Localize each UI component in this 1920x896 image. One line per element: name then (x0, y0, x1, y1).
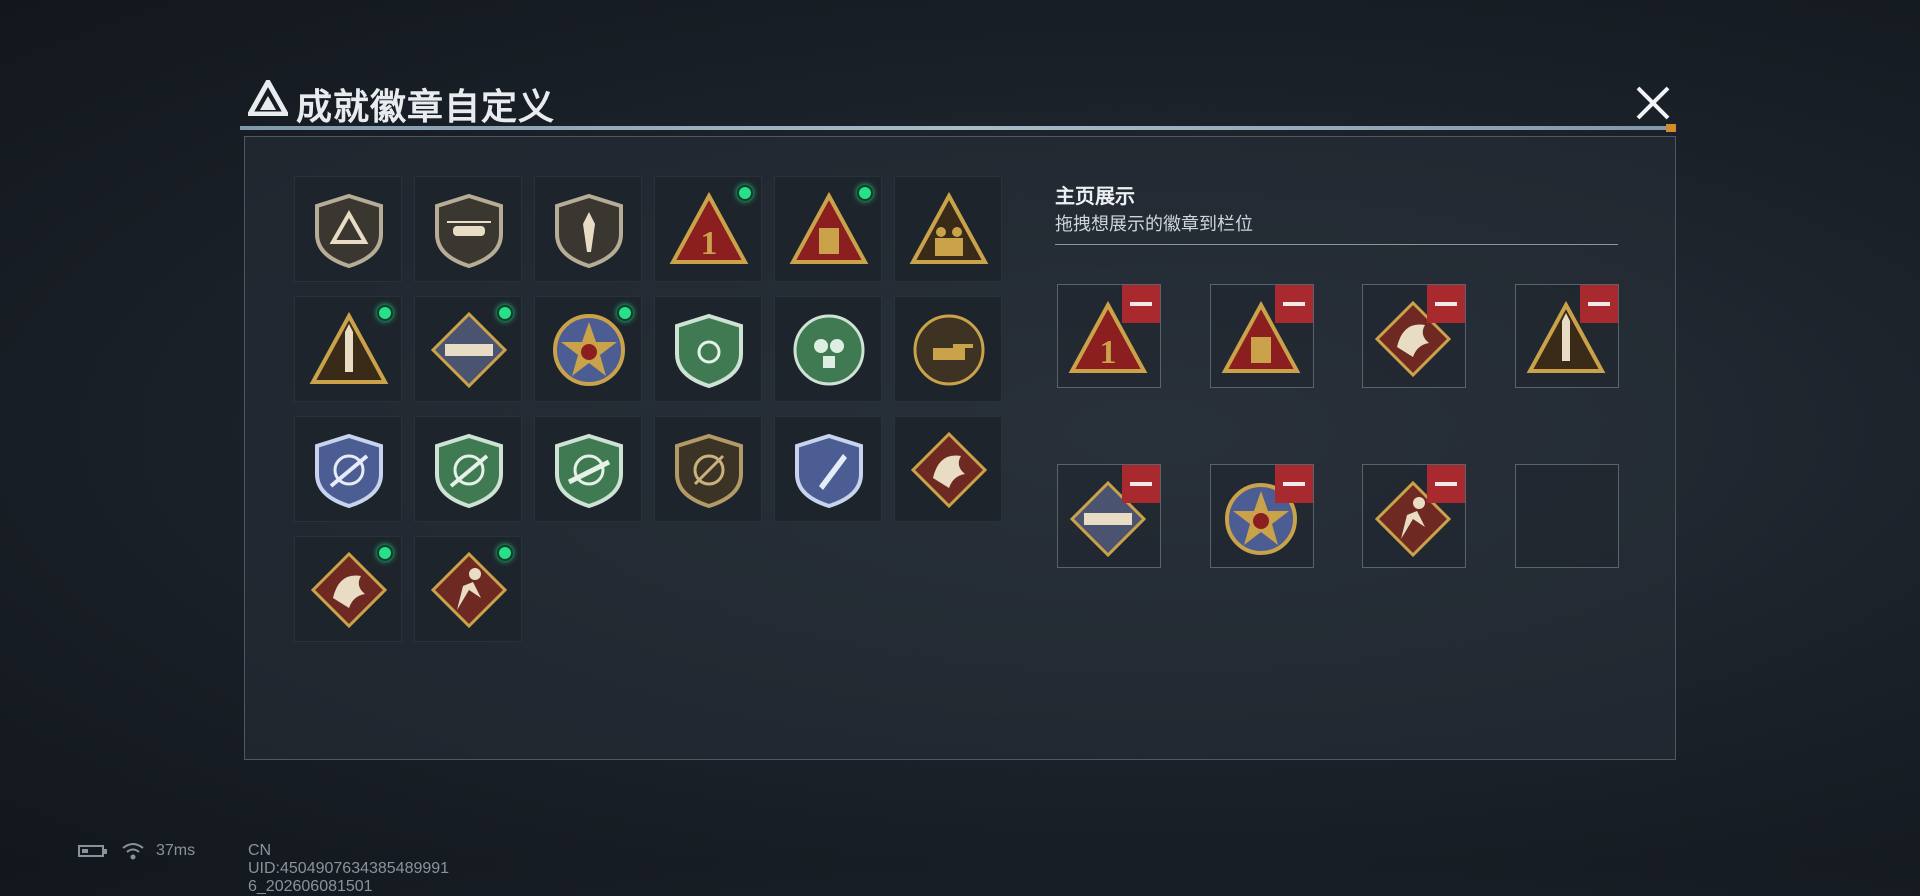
triangle-supply-crate-icon (789, 191, 869, 264)
dragon-diamond-icon (310, 551, 388, 629)
homepage-display-title: 主页展示 (1055, 186, 1135, 208)
empty-display-slot[interactable] (1514, 464, 1619, 568)
new-indicator-dot (617, 305, 633, 321)
wifi-icon (122, 843, 144, 860)
blue-knife-crest-icon (795, 433, 863, 509)
display-slot[interactable] (1209, 284, 1314, 388)
badge-tile[interactable] (294, 416, 402, 522)
helicopter-shield-icon (435, 193, 503, 269)
svg-text:1: 1 (1100, 334, 1117, 371)
runner-diamond-icon (430, 551, 508, 629)
badge-tile[interactable] (654, 416, 762, 522)
page-title: 成就徽章自定义 (296, 86, 556, 127)
remove-badge-button[interactable] (1427, 465, 1465, 503)
badge-tile[interactable] (414, 536, 522, 642)
badge-tile[interactable] (774, 176, 882, 282)
ping-value: 37ms (156, 842, 196, 859)
close-button[interactable] (1628, 78, 1678, 128)
badge-tile[interactable] (414, 176, 522, 282)
remove-badge-button[interactable] (1274, 285, 1313, 323)
close-icon (1636, 86, 1670, 120)
game-logo-icon (248, 80, 288, 116)
homepage-display-hint: 拖拽想展示的徽章到栏位 (1055, 214, 1253, 234)
badge-tile[interactable]: 1 (654, 176, 762, 282)
display-slot[interactable] (1362, 464, 1466, 568)
badge-tile[interactable] (654, 296, 762, 402)
triangle-missile-icon (309, 311, 389, 384)
display-slot[interactable] (1057, 464, 1161, 568)
green-shield-crest-icon (675, 313, 743, 389)
badge-tile[interactable] (534, 416, 642, 522)
badge-tile[interactable] (294, 296, 402, 402)
title-divider (240, 126, 1676, 130)
new-indicator-dot (377, 305, 393, 321)
badge-tile[interactable] (894, 176, 1002, 282)
display-slot[interactable] (1362, 284, 1466, 388)
display-slot[interactable] (1209, 464, 1314, 568)
diamond-rocket-launcher-icon (430, 311, 508, 389)
remove-badge-button[interactable] (1122, 465, 1160, 503)
side-divider (1055, 244, 1618, 245)
star-medal-icon (553, 314, 625, 386)
svg-text:1: 1 (701, 225, 718, 262)
badge-tile[interactable] (534, 296, 642, 402)
blue-sniper-crest-icon (315, 433, 383, 509)
dragon-diamond-icon (910, 431, 988, 509)
remove-badge-button[interactable] (1579, 285, 1618, 323)
remove-badge-button[interactable] (1122, 285, 1160, 323)
badge-tile[interactable] (774, 296, 882, 402)
badge-tile[interactable] (414, 296, 522, 402)
new-indicator-dot (737, 185, 753, 201)
remove-badge-button[interactable] (1274, 465, 1313, 503)
triangle-number-one-icon: 1 (669, 191, 749, 264)
green-assault-rifle-crest-icon (555, 433, 623, 509)
title-bar: 成就徽章自定义 (240, 72, 1676, 132)
badge-tile[interactable] (294, 536, 402, 642)
triangle-soldiers-icon (909, 191, 989, 264)
battery-icon (78, 845, 107, 857)
gold-tank-emblem-icon (913, 314, 985, 386)
dagger-shield-icon (555, 193, 623, 269)
badge-tile[interactable] (414, 416, 522, 522)
badge-tile[interactable] (894, 296, 1002, 402)
remove-badge-button[interactable] (1427, 285, 1465, 323)
badge-tile[interactable] (894, 416, 1002, 522)
bronze-crosshair-shield-icon (675, 433, 743, 509)
green-rifle-crest-icon (435, 433, 503, 509)
new-indicator-dot (377, 545, 393, 561)
new-indicator-dot (497, 305, 513, 321)
display-slot[interactable]: 1 (1057, 284, 1161, 388)
shield-logo-icon (315, 193, 383, 269)
user-uid: CN UID:4504907634385489991​6_20260608150… (248, 842, 450, 895)
new-indicator-dot (497, 545, 513, 561)
badge-tile[interactable] (534, 176, 642, 282)
badge-tile[interactable] (774, 416, 882, 522)
badge-tile[interactable] (294, 176, 402, 282)
new-indicator-dot (857, 185, 873, 201)
green-gasmask-emblem-icon (793, 314, 865, 386)
display-slot[interactable] (1514, 284, 1619, 388)
